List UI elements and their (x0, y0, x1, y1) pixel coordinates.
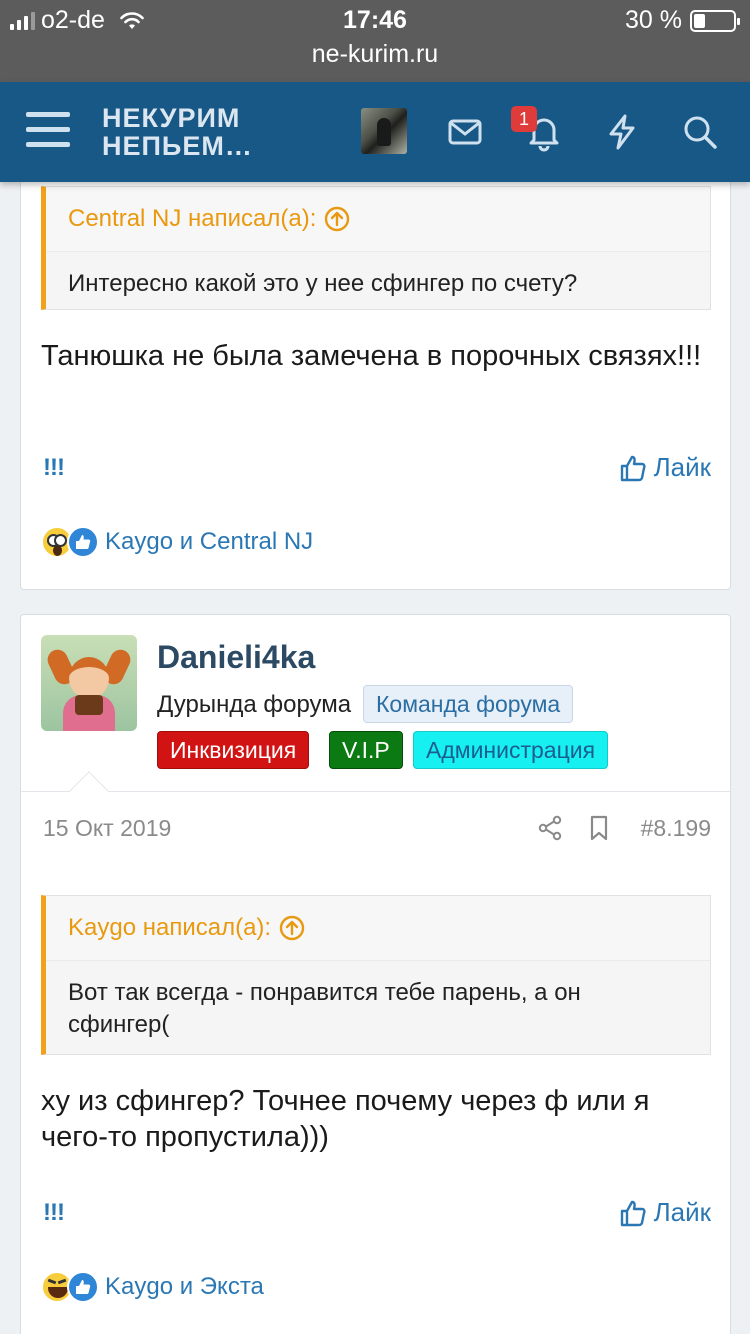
quote-text: Интересно какой это у нее сфингер по сче… (46, 251, 710, 316)
thumbs-up-icon (620, 1200, 646, 1226)
search-icon[interactable] (680, 112, 720, 152)
post-actions: !!! Лайк (41, 452, 711, 494)
quote-text: Вот так всегда - понравится тебе парень,… (46, 960, 710, 1057)
arrow-up-circle-icon[interactable] (279, 915, 305, 941)
menu-icon[interactable] (26, 112, 70, 150)
tag-vip: V.I.P (329, 731, 403, 769)
like-label: Лайк (653, 452, 711, 482)
post-number[interactable]: #8.199 (641, 815, 711, 842)
battery-icon (690, 9, 740, 32)
thumbs-up-icon (620, 455, 646, 481)
reacted-by[interactable]: Kaygo и Экста (105, 1273, 264, 1301)
quote-header[interactable]: Central NJ написал(а): (46, 187, 710, 251)
site-header: НЕКУРИМ НЕПЬЕМ… 1 (0, 82, 750, 182)
share-icon[interactable] (537, 815, 563, 841)
address-url[interactable]: ne-kurim.ru (0, 40, 750, 69)
quote-author[interactable]: Kaygo написал(а): (68, 914, 271, 942)
tag-inquisition: Инквизиция (157, 731, 310, 769)
exclaim-reaction[interactable]: !!! (43, 1199, 65, 1227)
like-button[interactable]: Лайк (620, 452, 711, 483)
divider (21, 791, 730, 792)
user-title: Дурында форума (157, 691, 352, 718)
post-date[interactable]: 15 Окт 2019 (43, 815, 171, 842)
status-bar: o2-de 17:46 30 % ne-kurim.ru (0, 0, 750, 82)
user-avatar-large[interactable] (41, 635, 137, 731)
like-label: Лайк (653, 1197, 711, 1227)
like-emoji-icon (67, 526, 99, 558)
quote-block: Central NJ написал(а): Интересно какой э… (41, 186, 711, 310)
like-emoji-icon (67, 1271, 99, 1303)
site-logo[interactable]: НЕКУРИМ НЕПЬЕМ… (102, 104, 253, 160)
reactions-summary[interactable]: Kaygo и Central NJ (41, 524, 313, 560)
quote-header[interactable]: Kaygo написал(а): (46, 896, 710, 960)
post-card: Danieli4ka Дурында форума Команда форума… (20, 614, 731, 1334)
like-button[interactable]: Лайк (620, 1197, 711, 1228)
logo-line-2: НЕПЬЕМ… (102, 131, 253, 161)
tag-administration: Администрация (413, 731, 609, 769)
logo-line-1: НЕКУРИМ (102, 103, 241, 133)
tag-team: Команда форума (363, 685, 574, 723)
bookmark-icon[interactable] (587, 815, 611, 841)
quote-author[interactable]: Central NJ написал(а): (68, 205, 316, 233)
post-meta: 15 Окт 2019 #8.199 (41, 815, 711, 845)
notification-badge: 1 (511, 106, 537, 132)
quote-block: Kaygo написал(а): Вот так всегда - понра… (41, 895, 711, 1055)
post-actions: !!! Лайк (41, 1197, 711, 1239)
battery-percent: 30 % (625, 6, 682, 34)
lightning-icon[interactable] (602, 112, 642, 152)
reacted-by[interactable]: Kaygo и Central NJ (105, 528, 313, 556)
reactions-summary[interactable]: Kaygo и Экста (41, 1269, 264, 1305)
post-message: ху из сфингер? Точнее почему через ф или… (41, 1085, 650, 1153)
mail-icon[interactable] (445, 112, 485, 152)
battery: 30 % (625, 6, 740, 35)
exclaim-reaction[interactable]: !!! (43, 454, 65, 482)
post-message: Танюшка не была замечена в порочных связ… (41, 340, 702, 372)
username[interactable]: Danieli4ka (157, 639, 315, 676)
user-pointer (69, 771, 109, 811)
user-avatar[interactable] (361, 108, 407, 154)
post-card: Central NJ написал(а): Интересно какой э… (20, 150, 731, 590)
arrow-up-circle-icon[interactable] (324, 206, 350, 232)
